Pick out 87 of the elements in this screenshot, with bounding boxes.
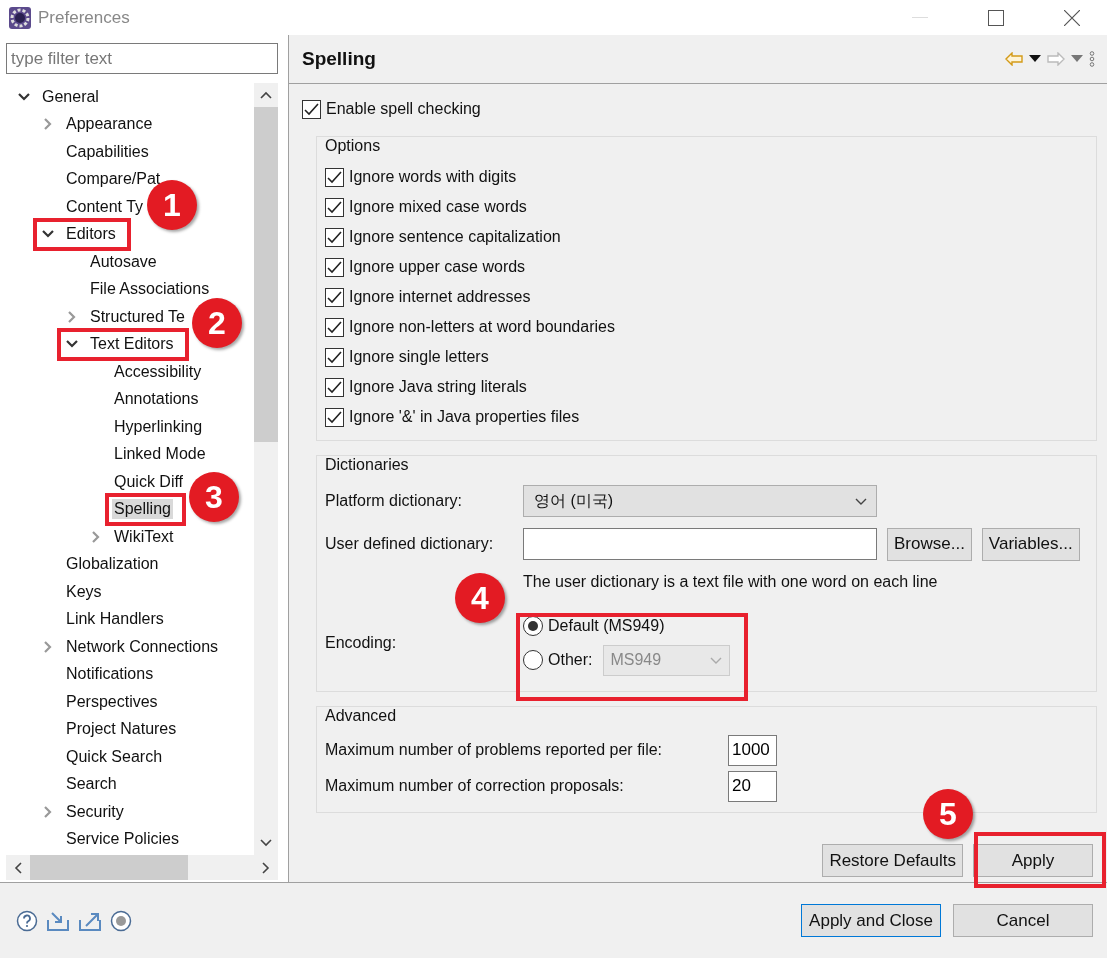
apply-and-close-button[interactable]: Apply and Close [801, 904, 941, 937]
tree-item[interactable]: Notifications [64, 664, 156, 685]
page-title: Spelling [302, 48, 376, 70]
number-field[interactable]: 1000 [728, 734, 777, 766]
hint-text: The user dictionary is a text file with one word on each line [523, 572, 939, 592]
checkbox-label: Ignore Java string literals [349, 378, 527, 396]
tree-item[interactable]: Annotations [112, 389, 201, 410]
checkbox-label: Ignore non-letters at word boundaries [349, 318, 615, 336]
radio-label: Other: [548, 651, 593, 669]
checkbox-label: Ignore mixed case words [349, 198, 527, 216]
field-label: User defined dictionary: [325, 535, 495, 553]
filter-field[interactable]: type filter text [6, 43, 278, 74]
maximize-icon [988, 9, 1004, 26]
radio-label: Default (MS949) [548, 617, 665, 635]
tree-item[interactable]: Quick Search [64, 746, 165, 767]
tree-item[interactable]: Autosave [88, 251, 159, 272]
tree-item[interactable]: WikiText [112, 526, 176, 547]
tree-item[interactable]: Globalization [64, 554, 161, 575]
checkbox[interactable] [325, 317, 344, 337]
tree-item[interactable]: Content Ty [64, 196, 146, 217]
restore-defaults-button[interactable]: Restore Defaults [822, 844, 963, 877]
radio-button[interactable] [523, 616, 543, 636]
tree-item[interactable]: Quick Diff [112, 471, 186, 492]
tree-item[interactable]: File Associations [88, 279, 212, 300]
record-icon[interactable] [110, 909, 132, 932]
tree-item[interactable]: Search [64, 774, 119, 795]
tree-item[interactable]: Linked Mode [112, 444, 208, 465]
field-label: Maximum number of problems reported per file: [325, 741, 664, 759]
close-icon [1064, 9, 1080, 26]
field-label: Maximum number of correction proposals: [325, 777, 625, 795]
checkbox-label: Ignore upper case words [349, 258, 526, 276]
dictionary-dropdown[interactable]: 영어 (미국) [523, 485, 877, 517]
checkbox-label: Ignore sentence capitalization [349, 228, 561, 246]
tree-item[interactable]: Perspectives [64, 691, 160, 712]
vertical-scrollbar[interactable] [254, 83, 278, 855]
more-icon[interactable] [1089, 51, 1095, 67]
tree-item[interactable]: Hyperlinking [112, 416, 205, 437]
gear-icon [8, 5, 32, 30]
tree-item[interactable]: Structured Te [88, 306, 187, 327]
checkbox-label: Ignore '&' in Java properties files [349, 408, 580, 426]
import-icon[interactable] [46, 909, 70, 932]
checkbox-label: Enable spell checking [326, 100, 481, 118]
group-title: Advanced [325, 706, 398, 726]
checkbox[interactable] [325, 377, 344, 397]
minimize-icon [912, 16, 928, 19]
tree-item[interactable]: Service Policies [64, 829, 181, 850]
tree-item[interactable]: Text Editors [88, 334, 176, 355]
horizontal-scrollbar[interactable] [6, 855, 278, 880]
checkbox[interactable] [325, 227, 344, 247]
dropdown-icon [854, 496, 868, 506]
field-label: Platform dictionary: [325, 492, 463, 510]
tree-item[interactable]: Spelling [112, 499, 173, 520]
checkbox[interactable] [302, 99, 321, 119]
dropdown-icon[interactable] [1029, 55, 1041, 63]
cancel-button[interactable]: Cancel [953, 904, 1093, 937]
field-label: Encoding: [325, 634, 398, 652]
tree-item[interactable]: Link Handlers [64, 609, 166, 630]
tree-item[interactable]: Editors [64, 224, 118, 245]
checkbox-label: Ignore internet addresses [349, 288, 531, 306]
window-title: Preferences [38, 7, 130, 28]
tree-item[interactable]: Keys [64, 581, 104, 602]
apply-button[interactable]: Apply [973, 844, 1093, 877]
checkbox-label: Ignore single letters [349, 348, 489, 366]
checkbox[interactable] [325, 407, 344, 427]
tree-item[interactable]: Accessibility [112, 361, 204, 382]
checkbox-label: Ignore words with digits [349, 168, 517, 186]
tree-item[interactable]: Appearance [64, 114, 155, 135]
tree-item[interactable]: Network Connections [64, 636, 221, 657]
tree-item[interactable]: General [40, 86, 101, 107]
help-icon[interactable] [16, 909, 38, 932]
number-field[interactable]: 20 [728, 770, 777, 802]
checkbox[interactable] [325, 167, 344, 187]
step-badge: 4 [455, 573, 505, 623]
tree-item[interactable]: Capabilities [64, 141, 151, 162]
group-title: Options [325, 136, 382, 156]
step-badge: 5 [923, 789, 973, 839]
tree-item[interactable]: Project Natures [64, 719, 179, 740]
tree-item[interactable]: Security [64, 801, 126, 822]
checkbox[interactable] [325, 287, 344, 307]
checkbox[interactable] [325, 347, 344, 367]
dropdown-icon [709, 655, 724, 665]
browse-button[interactable]: Browse... [887, 527, 972, 561]
checkbox[interactable] [325, 257, 344, 277]
variables-button[interactable]: Variables... [981, 527, 1080, 561]
dictionary-path-field[interactable] [523, 528, 877, 560]
group-title: Dictionaries [325, 455, 410, 475]
checkbox[interactable] [325, 197, 344, 217]
